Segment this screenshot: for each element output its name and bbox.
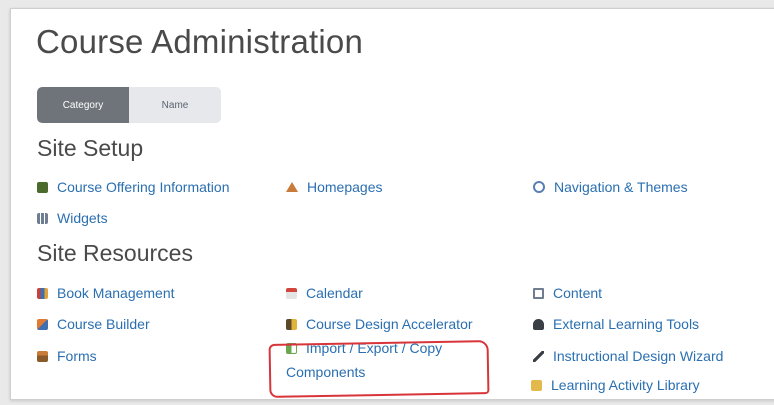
link-label: Navigation & Themes	[554, 179, 688, 195]
toggle-category-button[interactable]: Category	[37, 87, 129, 123]
book-icon	[37, 181, 48, 193]
link-course-offering-information[interactable]: Course Offering Information	[37, 179, 230, 195]
link-label: Course Design Accelerator	[306, 316, 473, 332]
link-label: Instructional Design Wizard	[553, 348, 724, 364]
link-book-management[interactable]: Book Management	[37, 285, 175, 301]
compass-icon	[533, 181, 545, 193]
link-label: Content	[553, 285, 603, 301]
books-icon	[37, 287, 48, 299]
content-icon	[533, 287, 544, 299]
link-external-learning-tools[interactable]: External Learning Tools	[533, 316, 699, 332]
toggle-name-button[interactable]: Name	[129, 87, 221, 123]
link-label: Forms	[57, 348, 97, 364]
calendar-icon	[286, 287, 297, 299]
section-title-site-resources: Site Resources	[37, 240, 193, 266]
link-course-builder[interactable]: Course Builder	[37, 316, 150, 332]
home-icon	[286, 182, 298, 192]
annotation-highlight-ring	[268, 340, 490, 398]
section-title-site-setup: Site Setup	[37, 135, 144, 161]
link-label: Calendar	[306, 285, 363, 301]
link-course-design-accelerator[interactable]: Course Design Accelerator	[286, 316, 473, 332]
builder-icon	[37, 318, 48, 330]
tools-icon	[533, 318, 544, 330]
library-icon	[531, 379, 542, 391]
link-label: Learning Activity Library	[551, 377, 700, 393]
link-label: Book Management	[57, 285, 175, 301]
link-instructional-design-wizard[interactable]: Instructional Design Wizard	[533, 348, 723, 364]
link-navigation-themes[interactable]: Navigation & Themes	[533, 179, 688, 195]
link-homepages[interactable]: Homepages	[286, 179, 383, 195]
accelerator-icon	[286, 318, 297, 330]
forms-icon	[37, 350, 48, 362]
link-learning-activity-library[interactable]: Learning Activity Library	[531, 377, 700, 393]
link-label: Homepages	[307, 179, 383, 195]
link-label: Course Offering Information	[57, 179, 230, 195]
link-label: Course Builder	[57, 316, 150, 332]
link-calendar[interactable]: Calendar	[286, 285, 363, 301]
page-title: Course Administration	[36, 23, 364, 60]
grid-icon	[37, 212, 48, 224]
view-toggle: Category Name	[37, 87, 221, 123]
link-forms[interactable]: Forms	[37, 348, 97, 364]
link-label: Widgets	[57, 210, 108, 226]
course-admin-panel: Course Administration Category Name Site…	[10, 8, 774, 400]
link-label: External Learning Tools	[553, 316, 700, 332]
link-content[interactable]: Content	[533, 285, 602, 301]
wand-icon	[533, 350, 544, 362]
link-widgets[interactable]: Widgets	[37, 210, 108, 226]
